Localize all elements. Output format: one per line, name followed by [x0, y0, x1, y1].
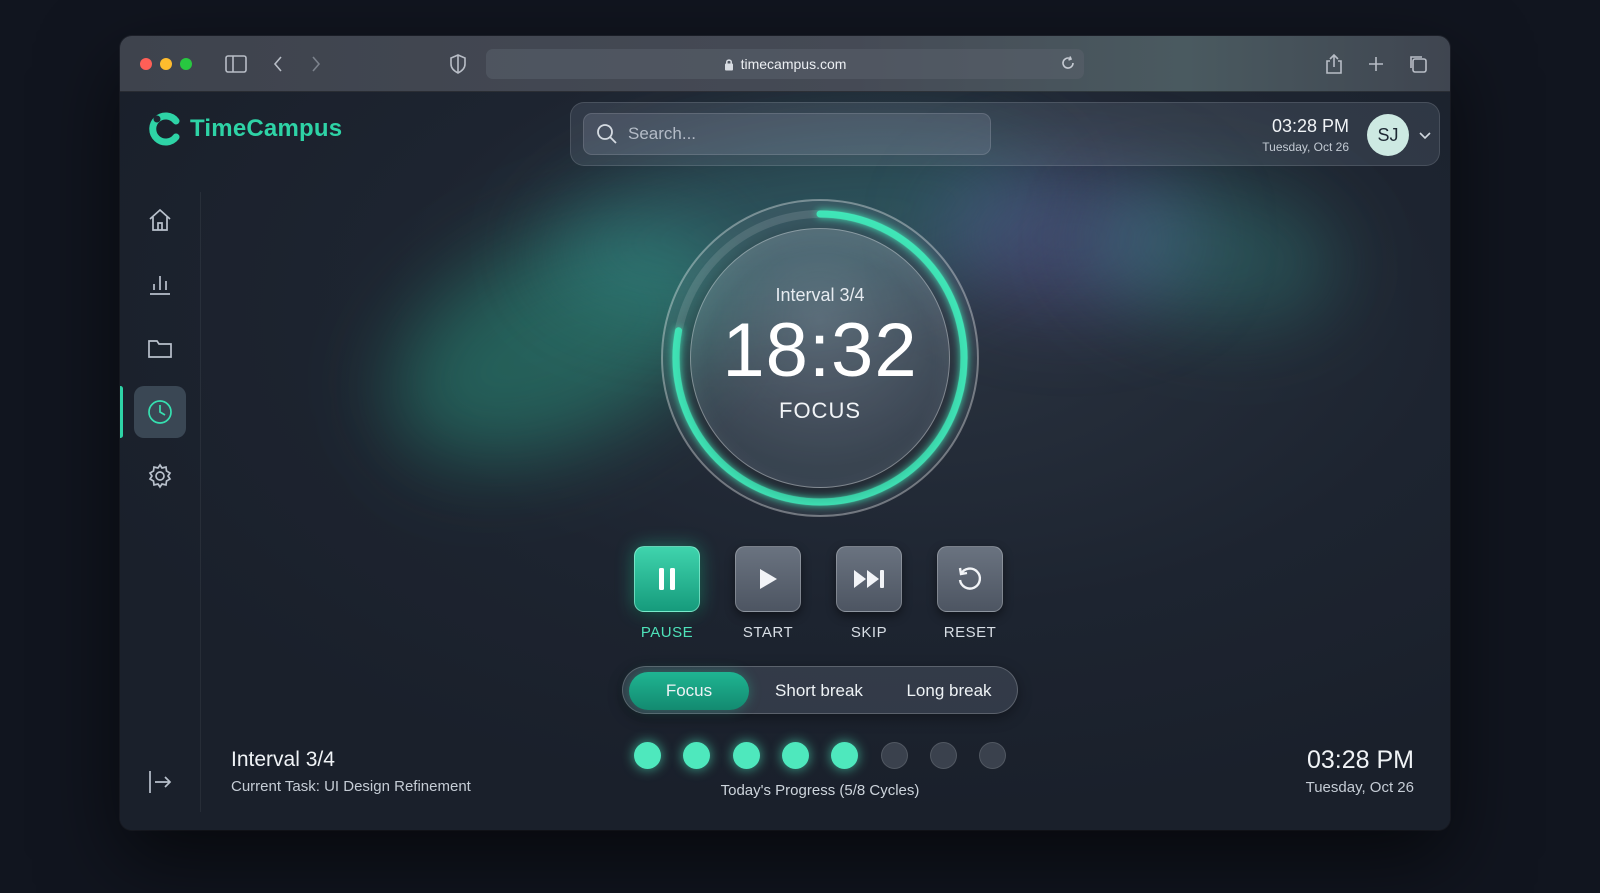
sidebar-item-settings[interactable] [134, 450, 186, 502]
progress-dot [831, 742, 859, 769]
start-button[interactable] [735, 546, 801, 612]
bar-chart-icon [150, 276, 170, 295]
reset-label: RESET [943, 624, 997, 641]
app-content: TimeCampus 03:28 [120, 92, 1450, 830]
search-icon [597, 124, 617, 144]
logout-button[interactable] [146, 768, 174, 801]
progress-dot [634, 742, 661, 769]
footer-time: 03:28 PM [1306, 746, 1414, 774]
tab-overview-icon[interactable] [1406, 52, 1430, 76]
start-control: START [733, 546, 803, 641]
share-icon[interactable] [1322, 52, 1346, 76]
pause-button[interactable] [634, 546, 700, 612]
active-nav-indicator [120, 386, 123, 438]
start-label: START [742, 624, 794, 641]
search-box[interactable] [583, 113, 991, 155]
top-bar: 03:28 PM Tuesday, Oct 26 SJ [570, 102, 1440, 166]
header-time: 03:28 PM [1271, 116, 1349, 136]
logout-icon [149, 771, 172, 793]
back-icon[interactable] [266, 52, 290, 76]
sidebar-item-projects[interactable] [134, 322, 186, 374]
pause-label: PAUSE [640, 624, 694, 641]
progress-dot [979, 742, 1007, 769]
url-text: timecampus.com [740, 56, 847, 72]
home-icon [149, 208, 171, 231]
reset-control: RESET [935, 546, 1005, 641]
minimize-window-button[interactable] [160, 58, 172, 70]
app-logo[interactable]: TimeCampus [148, 112, 342, 146]
timer-mode: FOCUS [779, 398, 861, 423]
timer-face: Interval 3/4 18:32 FOCUS [690, 228, 950, 488]
timer-countdown: 18:32 [722, 308, 918, 393]
progress-dot [683, 742, 711, 769]
new-tab-icon[interactable] [1364, 52, 1388, 76]
sidebar-item-timer[interactable] [134, 386, 186, 438]
reset-icon [958, 567, 982, 590]
sidebar-item-stats[interactable] [134, 258, 186, 310]
shield-icon[interactable] [446, 52, 470, 76]
skip-forward-icon [854, 570, 884, 588]
chevron-down-icon[interactable] [1419, 127, 1431, 145]
browser-window: timecampus.com TimeCampus Search... 03:2… [120, 36, 1450, 830]
timer-interval: Interval 3/4 [775, 285, 865, 305]
search-input[interactable] [628, 124, 968, 144]
mode-short-break[interactable]: Short break [757, 672, 881, 710]
gear-icon [148, 463, 172, 489]
skip-control: SKIP [834, 546, 904, 641]
header-date: Tuesday, Oct 26 [1262, 140, 1349, 154]
sidebar-item-home[interactable] [134, 194, 186, 246]
mode-focus[interactable]: Focus [629, 672, 749, 710]
progress-label: Today's Progress (5/8 Cycles) [720, 782, 920, 799]
skip-button[interactable] [836, 546, 902, 612]
app-name: TimeCampus [190, 115, 343, 142]
maximize-window-button[interactable] [180, 58, 192, 70]
progress-dot [732, 742, 760, 769]
current-task: Current Task: UI Design Refinement [231, 778, 471, 795]
avatar[interactable]: SJ [1367, 114, 1409, 156]
pause-control: PAUSE [632, 546, 702, 641]
progress-dot [929, 742, 957, 769]
mode-long-break[interactable]: Long break [887, 672, 1011, 710]
logo-icon [149, 112, 180, 146]
forward-icon[interactable] [304, 52, 328, 76]
clock-icon [148, 400, 172, 424]
pause-icon [659, 568, 675, 590]
folder-icon [148, 340, 172, 358]
lock-icon [724, 58, 734, 71]
footer-date: Tuesday, Oct 26 [1305, 779, 1414, 796]
address-bar[interactable]: timecampus.com [486, 49, 1084, 79]
header-clock: 03:28 PM Tuesday, Oct 26 [1262, 116, 1349, 154]
reset-button[interactable] [937, 546, 1003, 612]
skip-label: SKIP [850, 624, 888, 641]
footer-interval: Interval 3/4 [231, 748, 335, 771]
progress-dot [880, 742, 908, 769]
browser-toolbar: timecampus.com [120, 36, 1450, 92]
close-window-button[interactable] [140, 58, 152, 70]
mode-switch: Focus Short break Long break [622, 666, 1018, 714]
progress-dot [781, 742, 809, 769]
sidebar-toggle-icon[interactable] [224, 52, 248, 76]
reload-icon[interactable] [1060, 55, 1076, 74]
sidebar-divider [200, 192, 201, 812]
play-icon [760, 569, 777, 589]
